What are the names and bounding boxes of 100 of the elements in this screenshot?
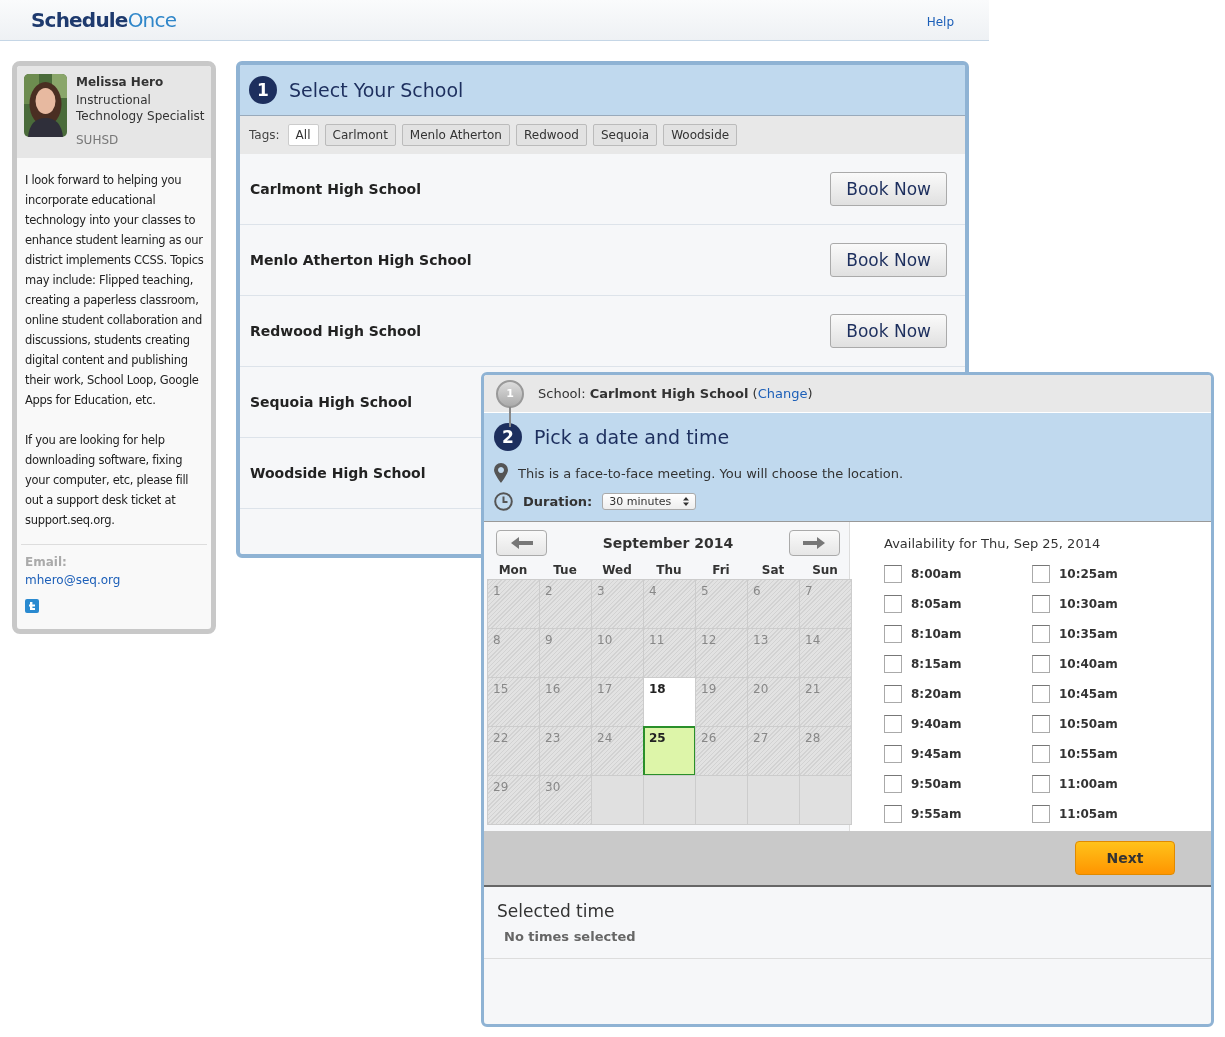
time-checkbox[interactable]	[1032, 775, 1050, 793]
tags-label: Tags:	[249, 128, 280, 142]
clock-icon	[494, 491, 513, 511]
month-title: September 2014	[602, 535, 734, 551]
school-name: Menlo Atherton High School	[250, 252, 472, 268]
help-link[interactable]: Help	[926, 15, 954, 29]
tag-filter[interactable]: Menlo Atherton	[401, 124, 510, 146]
time-slot: 10:50am	[1059, 717, 1118, 731]
tag-filter[interactable]: Redwood	[515, 124, 587, 146]
calendar-day: 26	[695, 726, 748, 776]
time-checkbox[interactable]	[884, 715, 902, 733]
school-name: Woodside High School	[250, 465, 426, 481]
step-title: Select Your School	[289, 79, 464, 101]
time-checkbox[interactable]	[1032, 805, 1050, 823]
calendar-day: 20	[747, 677, 800, 727]
time-slot: 8:20am	[911, 687, 962, 701]
school-name: Carlmont High School	[250, 181, 421, 197]
duration-label: Duration:	[523, 493, 593, 509]
calendar-day: 14	[799, 628, 852, 678]
right-arrow-icon	[803, 537, 826, 549]
time-slot: 10:55am	[1059, 747, 1118, 761]
calendar-day: 13	[747, 628, 800, 678]
calendar-day: 3	[591, 579, 644, 629]
selected-time-empty: No times selected	[504, 929, 637, 944]
social-icon[interactable]	[25, 599, 39, 613]
selected-time-title: Selected time	[497, 901, 616, 921]
weekday-label: Thu	[655, 562, 683, 579]
weekday-label: Fri	[711, 562, 731, 579]
calendar-day: 28	[799, 726, 852, 776]
calendar-day: 15	[487, 677, 540, 727]
time-checkbox[interactable]	[1032, 685, 1050, 703]
book-now-button[interactable]: Book Now	[830, 243, 947, 277]
book-now-button[interactable]: Book Now	[830, 172, 947, 206]
calendar-day: 5	[695, 579, 748, 629]
previous-month-button[interactable]	[496, 530, 547, 556]
calendar-day: 1	[487, 579, 540, 629]
time-checkbox[interactable]	[1032, 595, 1050, 613]
calendar-day: 6	[747, 579, 800, 629]
time-checkbox[interactable]	[884, 685, 902, 703]
time-slot: 8:15am	[911, 657, 962, 671]
time-checkbox[interactable]	[884, 745, 902, 763]
time-checkbox[interactable]	[1032, 625, 1050, 643]
calendar-day: 27	[747, 726, 800, 776]
calendar-day: 10	[591, 628, 644, 678]
time-slot: 11:00am	[1059, 777, 1118, 791]
time-checkbox[interactable]	[884, 565, 902, 583]
time-checkbox[interactable]	[884, 595, 902, 613]
weekday-label: Tue	[552, 562, 578, 579]
book-now-button[interactable]: Book Now	[830, 314, 947, 348]
step-number: 2	[494, 423, 522, 451]
bio-paragraph: If you are looking for help downloading software, fixing your computer, etc, please fill out a support desk ticket at support.seq.org.	[25, 432, 190, 529]
step-number: 1	[249, 76, 277, 104]
tag-filter[interactable]: Woodside	[663, 124, 738, 146]
weekday-label: Wed	[601, 562, 633, 579]
duration-select[interactable]: 30 minutes	[602, 492, 697, 510]
calendar-day[interactable]: 25	[643, 726, 696, 776]
time-slot: 8:10am	[911, 627, 962, 641]
time-checkbox[interactable]	[1032, 745, 1050, 763]
calendar-day: 30	[539, 775, 592, 825]
location-pin-icon	[494, 463, 508, 483]
bio-paragraph: I look forward to helping you incorporate educational technology into your classes to enhance student learning as our district implements CCSS. Topics may include: Flipped teaching, creating a paperless classroom, online student collaboration and discussions, students creating digital content and publishing their work, School Loop, Google Apps for Education, etc.	[25, 172, 205, 409]
time-slot: 11:05am	[1059, 807, 1118, 821]
time-slot: 10:35am	[1059, 627, 1118, 641]
calendar-day: 4	[643, 579, 696, 629]
calendar-day: 8	[487, 628, 540, 678]
selected-school: School: Carlmont High School (Change)	[538, 386, 813, 401]
weekday-label: Sat	[760, 562, 786, 579]
email-label: Email:	[25, 555, 68, 569]
next-month-button[interactable]	[789, 530, 840, 556]
change-link[interactable]: Change	[757, 386, 808, 401]
calendar-day: 29	[487, 775, 540, 825]
profile-organization: SUHSD	[76, 132, 120, 148]
calendar-day: 17	[591, 677, 644, 727]
time-checkbox[interactable]	[1032, 565, 1050, 583]
time-checkbox[interactable]	[884, 655, 902, 673]
time-slot: 10:30am	[1059, 597, 1118, 611]
step-number: 1	[496, 379, 524, 408]
time-checkbox[interactable]	[884, 805, 902, 823]
calendar-day: 2	[539, 579, 592, 629]
calendar-day: 22	[487, 726, 540, 776]
calendar-day: 7	[799, 579, 852, 629]
time-checkbox[interactable]	[1032, 715, 1050, 733]
weekday-label: Mon	[497, 562, 529, 579]
time-checkbox[interactable]	[884, 775, 902, 793]
calendar-day[interactable]: 18	[643, 677, 696, 727]
time-checkbox[interactable]	[884, 625, 902, 643]
calendar-day: 11	[643, 628, 696, 678]
time-slot: 9:55am	[911, 807, 962, 821]
tag-filter[interactable]: Carlmont	[324, 124, 396, 146]
updown-icon	[683, 496, 690, 506]
profile-name: Melissa Hero	[76, 74, 165, 90]
tag-filter[interactable]: Sequoia	[592, 124, 658, 146]
profile-title: Instructional Technology Specialist	[76, 92, 205, 124]
email-link[interactable]: mhero@seq.org	[25, 573, 121, 587]
tag-filter[interactable]: All	[287, 124, 319, 146]
time-checkbox[interactable]	[1032, 655, 1050, 673]
next-button[interactable]: Next	[1075, 841, 1175, 875]
time-slot: 9:45am	[911, 747, 962, 761]
time-slot: 8:05am	[911, 597, 962, 611]
time-slot: 9:40am	[911, 717, 962, 731]
